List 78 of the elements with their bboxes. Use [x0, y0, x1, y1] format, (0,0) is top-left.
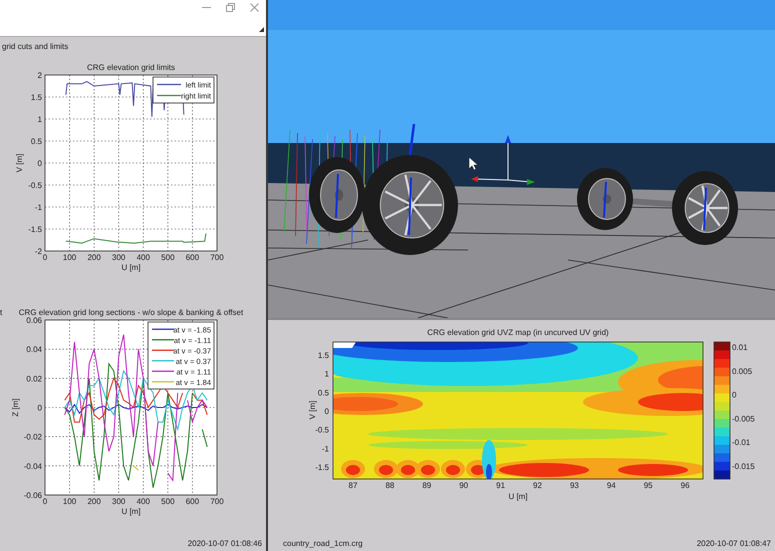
axis-tick-label: 0 [38, 159, 42, 168]
colorbar-tick-label: 0.01 [732, 343, 748, 352]
colorbar-tick-label: 0 [732, 390, 736, 400]
figure-label: grid cuts and limits [1, 41, 68, 52]
axis-label: Z [m] [11, 398, 20, 417]
axis-tick-label: -1.5 [28, 225, 42, 234]
axis-tick-label: 500 [161, 253, 175, 262]
axis-tick-label: 2 [38, 71, 42, 80]
cursor-icon [468, 156, 479, 170]
axis-tick-label: 1 [324, 370, 329, 379]
axis-tick-label: 91 [496, 481, 506, 490]
axis-tick-label: 0 [42, 497, 48, 506]
colorbar-tick-label: -0.015 [732, 462, 755, 471]
axis-tick-label: 94 [606, 481, 616, 490]
axis-label: V [m] [308, 400, 317, 420]
axis-tick-label: 89 [422, 481, 432, 490]
axis-tick-label: 200 [87, 253, 101, 262]
axis-tick-label: -1 [322, 444, 329, 454]
file-name: country_road_1cm.crg [283, 539, 363, 549]
axis-tick-label: 87 [348, 481, 358, 490]
maximize-icon [226, 2, 234, 12]
chart-title: CRG elevation grid long sections - w/o slope & banking & offset [18, 308, 244, 317]
axis-tick-label: 0.06 [26, 316, 42, 325]
axis-tick-label: 90 [459, 481, 468, 490]
axis-tick-label: -0.04 [24, 462, 42, 471]
axis-tick-label: 0.5 [30, 137, 42, 146]
axis-label: U [m] [121, 263, 141, 272]
axis-tick-label: 200 [87, 497, 101, 506]
axis-tick-label: 0.02 [26, 374, 42, 384]
figure-label: t [0, 308, 2, 317]
axis-tick-label: -0.5 [28, 181, 42, 190]
contour-region [618, 464, 688, 476]
chart-title: CRG elevation grid limits [86, 63, 176, 72]
axis-tick-label: -1 [34, 203, 42, 212]
axis-tick-label: 1.5 [318, 351, 329, 360]
axis-tick-label: 300 [112, 253, 126, 262]
axis-tick-label: -0.06 [24, 491, 42, 500]
axis-tick-label: 0.04 [26, 345, 42, 354]
axis-tick-label: 400 [136, 253, 150, 262]
axis-label: U [m] [508, 492, 528, 501]
timestamp: 2020-10-07 01:08:47 [696, 539, 771, 549]
axis-tick-label: 0 [324, 407, 329, 416]
axis-tick-label: -2 [34, 247, 42, 256]
axis-tick-label: 1.5 [30, 93, 42, 102]
axis-tick-label: 100 [62, 497, 76, 506]
axis-tick-label: 0 [38, 404, 42, 412]
axis-tick-label: 400 [136, 497, 150, 506]
axis-tick-label: 1 [38, 115, 42, 124]
axis-label: V [m] [15, 154, 24, 172]
colorbar-tick-label: -0.005 [732, 414, 755, 424]
axis-tick-label: 96 [680, 481, 690, 490]
axis-tick-label: 700 [210, 497, 224, 506]
axis-tick-label: 0 [42, 253, 48, 262]
legend-background [152, 76, 214, 104]
axis-tick-label: -0.5 [315, 426, 329, 435]
axis-tick-label: 0.5 [318, 388, 329, 398]
axis-tick-label: 600 [186, 497, 200, 506]
axis-tick-label: 600 [186, 253, 200, 262]
timestamp: 2020-10-07 01:08:46 [188, 539, 263, 550]
axis-tick-label: 95 [644, 481, 653, 490]
axis-tick-label: 88 [385, 481, 394, 490]
colorbar-tick-label: -0.01 [732, 438, 750, 448]
chart-title: CRG elevation grid UVZ map (in uncurved UV grid) [427, 328, 609, 337]
axes-gizmo-icon [471, 135, 535, 185]
axis-tick-label: 300 [112, 497, 126, 506]
axis-label: U [m] [121, 507, 141, 516]
axis-tick-label: -0.02 [24, 432, 42, 442]
axis-tick-label: 100 [62, 253, 76, 262]
close-icon [250, 2, 258, 12]
corner-arrow-icon [259, 26, 264, 32]
colorbar-tick-label: 0.005 [732, 366, 752, 376]
axis-tick-label: 700 [210, 253, 224, 262]
axis-tick-label: 500 [161, 497, 175, 506]
wheel-drawing [577, 168, 633, 230]
axis-tick-label: 92 [533, 481, 542, 490]
axis-tick-label: 93 [570, 481, 579, 490]
legend-background [148, 322, 214, 390]
axis-tick-label: -1.5 [315, 463, 329, 472]
